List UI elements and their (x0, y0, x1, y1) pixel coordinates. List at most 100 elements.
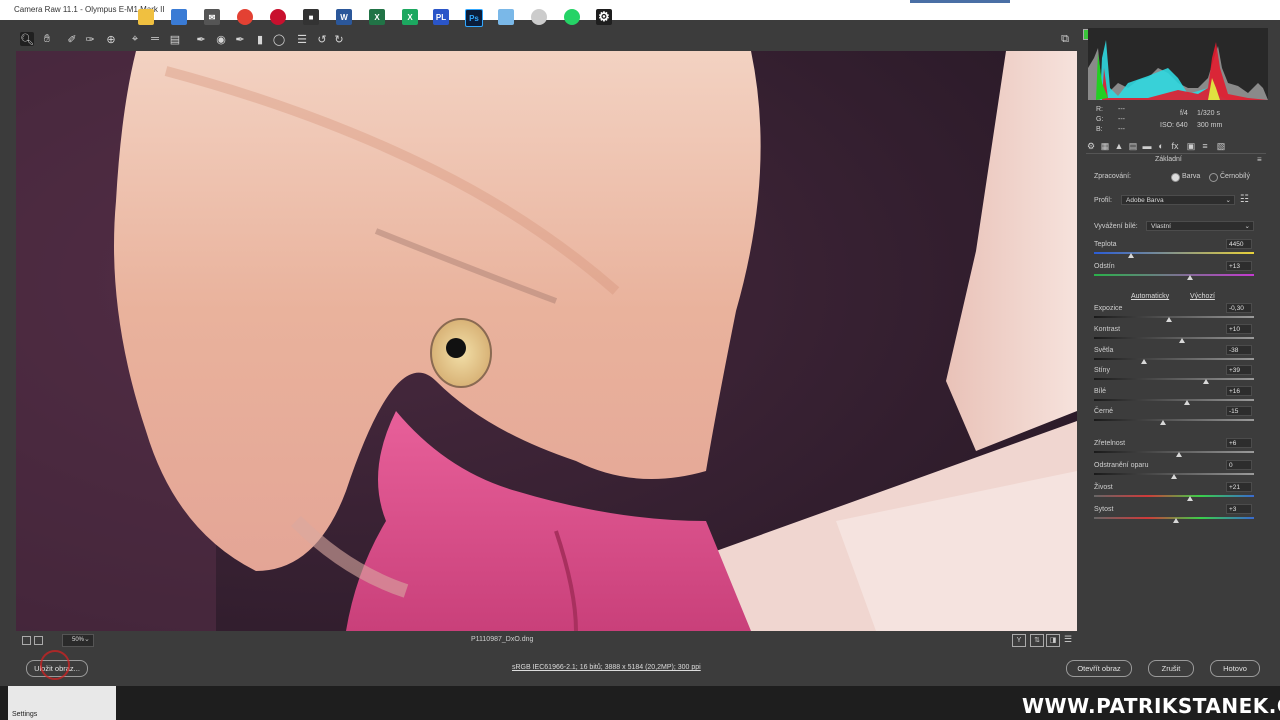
slider-value-field[interactable]: 4450 (1226, 239, 1252, 249)
rotate-left-icon[interactable]: ↺ (315, 32, 329, 46)
mail-icon[interactable]: ✉ (204, 9, 220, 25)
workflow-options-link[interactable]: sRGB IEC61966-2.1; 16 bitů; 3888 x 5184 … (512, 664, 701, 671)
app-red-icon[interactable] (270, 9, 286, 25)
white-balance-icon[interactable]: ✐ (65, 32, 79, 46)
slider-thumb[interactable] (1166, 317, 1173, 322)
slider-thumb[interactable] (1171, 474, 1177, 479)
slider-track[interactable] (1094, 358, 1254, 360)
slider-track[interactable] (1094, 399, 1254, 401)
photoshop-icon[interactable]: Ps (465, 9, 483, 27)
slider-track[interactable] (1094, 495, 1254, 497)
color-sampler-icon[interactable]: ✑ (83, 32, 97, 46)
slider-track[interactable] (1094, 419, 1254, 421)
flamingo-image (16, 51, 1077, 631)
crop-icon[interactable]: ⌖ (128, 32, 142, 46)
excel-icon[interactable]: X (369, 9, 385, 25)
red-eye-icon[interactable]: ◉ (214, 32, 228, 46)
straighten-icon[interactable]: ═ (148, 32, 162, 46)
slider-track[interactable] (1094, 337, 1254, 339)
slider-thumb[interactable] (1187, 496, 1193, 501)
settings-gear-icon[interactable]: ⚙ (596, 9, 612, 25)
photo-preview[interactable] (16, 51, 1077, 631)
cancel-button[interactable]: Zrušit (1148, 660, 1194, 677)
slider-track[interactable] (1094, 451, 1254, 453)
zoom-in-icon[interactable] (34, 636, 43, 645)
app-pl-icon[interactable]: PL (433, 9, 449, 25)
slider-thumb[interactable] (1127, 253, 1134, 258)
tone-curve-tab-icon[interactable]: ▦ (1100, 141, 1110, 151)
preview-prefs-icon[interactable]: ☰ (1062, 634, 1074, 645)
copy-settings-icon[interactable]: ◨ (1046, 634, 1060, 647)
basic-tab-icon[interactable]: ⚙ (1086, 141, 1096, 151)
radio-color[interactable] (1171, 173, 1180, 182)
split-toning-tab-icon[interactable]: ▬ (1142, 141, 1152, 151)
slider-value-field[interactable]: +10 (1226, 324, 1252, 334)
slider-value-field[interactable]: -0,30 (1226, 303, 1252, 313)
whatsapp-icon[interactable] (564, 9, 580, 25)
zoom-dropdown-icon[interactable]: ⌄ (84, 635, 90, 643)
done-button[interactable]: Hotovo (1210, 660, 1260, 677)
profile-select[interactable]: Adobe Barva ⌄ (1121, 195, 1235, 205)
b-value: --- (1118, 126, 1125, 133)
slider-value-field[interactable]: -15 (1226, 406, 1252, 416)
slider-thumb[interactable] (1140, 359, 1147, 364)
slider-thumb[interactable] (1159, 420, 1166, 425)
profile-browser-icon[interactable]: ☷ (1240, 194, 1249, 205)
slider-thumb[interactable] (1175, 452, 1182, 457)
spot-removal-icon[interactable]: ✒ (194, 32, 208, 46)
word-icon[interactable]: W (336, 9, 352, 25)
slider-value-field[interactable]: 0 (1226, 460, 1252, 470)
slider-value-field[interactable]: +6 (1226, 438, 1252, 448)
adjustment-brush-icon[interactable]: ✒ (233, 32, 247, 46)
open-image-button[interactable]: Otevřít obraz (1066, 660, 1132, 677)
slider-thumb[interactable] (1172, 518, 1179, 523)
slider-value-field[interactable]: +16 (1226, 386, 1252, 396)
radio-bw[interactable] (1209, 173, 1218, 182)
wb-select[interactable]: Vlastní ⌄ (1146, 221, 1254, 231)
explorer-icon[interactable] (138, 9, 154, 25)
open-fullscreen-icon[interactable]: ⧉ (1058, 32, 1072, 46)
transform-icon[interactable]: ▤ (168, 32, 182, 46)
slider-track[interactable] (1094, 252, 1254, 254)
slider-track[interactable] (1094, 316, 1254, 318)
default-link[interactable]: Výchozí (1190, 293, 1215, 300)
effects-tab-icon[interactable]: fx (1170, 141, 1180, 151)
hsl-tab-icon[interactable]: ▤ (1128, 141, 1138, 151)
zoom-icon[interactable]: 🔍︎ (20, 32, 34, 46)
snapshots-tab-icon[interactable]: ▧ (1216, 141, 1226, 151)
app-blue-icon[interactable] (498, 9, 514, 25)
slider-value-field[interactable]: -38 (1226, 345, 1252, 355)
presets-tab-icon[interactable]: ≡ (1200, 141, 1210, 151)
slider-value-field[interactable]: +21 (1226, 482, 1252, 492)
slider-thumb[interactable] (1187, 275, 1193, 280)
lens-tab-icon[interactable]: ◐ (1156, 141, 1166, 151)
slider-track[interactable] (1094, 378, 1254, 380)
slider-label: Odstín (1094, 263, 1115, 270)
app-dark-icon[interactable]: ■ (303, 9, 319, 25)
slider-value-field[interactable]: +39 (1226, 365, 1252, 375)
wb-label: Vyvážení bílé: (1094, 223, 1138, 230)
presets-list-icon[interactable]: ☰ (295, 32, 309, 46)
slider-track[interactable] (1094, 274, 1254, 276)
app-round-icon[interactable] (531, 9, 547, 25)
hand-icon[interactable]: ✋︎ (40, 32, 54, 46)
slider-value-field[interactable]: +13 (1226, 261, 1252, 271)
panel-menu-icon[interactable]: ≡ (1257, 155, 1262, 164)
swap-settings-icon[interactable]: ⇅ (1030, 634, 1044, 647)
slider-thumb[interactable] (1179, 338, 1185, 343)
chrome-icon[interactable] (237, 9, 253, 25)
radial-filter-icon[interactable]: ◯ (272, 32, 286, 46)
slider-thumb[interactable] (1183, 400, 1190, 405)
calibration-tab-icon[interactable]: ▣ (1186, 141, 1196, 151)
target-adjust-icon[interactable]: ⊕ (104, 32, 118, 46)
before-after-icon[interactable]: Y (1012, 634, 1026, 647)
slider-value-field[interactable]: +3 (1226, 504, 1252, 514)
slider-thumb[interactable] (1203, 379, 1209, 384)
auto-link[interactable]: Automaticky (1131, 293, 1169, 300)
store-icon[interactable] (171, 9, 187, 25)
rotate-right-icon[interactable]: ↻ (332, 32, 346, 46)
graduated-filter-icon[interactable]: ▮ (253, 32, 267, 46)
zoom-out-icon[interactable] (22, 636, 31, 645)
app-green-icon[interactable]: X (402, 9, 418, 25)
detail-tab-icon[interactable]: ▲ (1114, 141, 1124, 151)
